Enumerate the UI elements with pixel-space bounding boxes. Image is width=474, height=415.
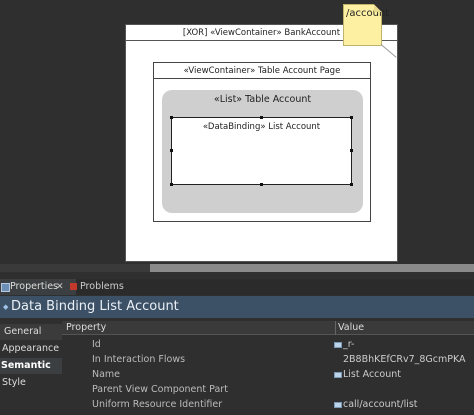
tab-properties-label: Properties xyxy=(10,281,59,292)
binding-icon: ◆ xyxy=(3,303,9,311)
diagram-canvas[interactable]: [XOR] «ViewContainer» BankAccount «ViewC… xyxy=(0,0,474,262)
page-container-title: «ViewContainer» Table Account Page xyxy=(154,63,370,79)
note-text: /account xyxy=(346,8,390,19)
bank-account-container[interactable]: [XOR] «ViewContainer» BankAccount «ViewC… xyxy=(125,24,398,262)
resize-handle[interactable] xyxy=(260,116,263,119)
problems-icon xyxy=(70,283,77,290)
view-tab-bar: Properties ✕ Problems xyxy=(0,279,474,295)
sidebar-item-style[interactable]: Style xyxy=(0,375,62,391)
list-title: «List» Table Account xyxy=(213,94,312,105)
table-row[interactable]: Id _r-2B8BhKEfCRv7_8GcmPKA xyxy=(62,337,474,365)
table-row[interactable]: Parent View Component Part xyxy=(62,382,474,397)
property-name: Id xyxy=(92,339,101,350)
note-fold xyxy=(374,4,382,12)
property-name: Uniform Resource Identifier xyxy=(92,399,223,410)
properties-title: Data Binding List Account xyxy=(11,299,179,314)
property-value: List Account xyxy=(343,369,401,380)
resize-handle[interactable] xyxy=(170,183,173,186)
value-icon xyxy=(334,372,342,378)
table-row[interactable]: Uniform Resource Identifier call/account… xyxy=(62,397,474,412)
resize-handle[interactable] xyxy=(350,149,353,152)
resize-handle[interactable] xyxy=(350,183,353,186)
value-icon xyxy=(334,342,342,348)
properties-sidebar: General Appearance Semantic Style xyxy=(0,318,62,415)
tab-problems[interactable]: Problems xyxy=(68,279,150,295)
property-name: Parent View Component Part xyxy=(92,384,228,395)
column-header-property[interactable]: Property xyxy=(66,321,106,335)
horizontal-scroll-track[interactable] xyxy=(0,264,150,272)
url-note[interactable]: /account xyxy=(343,4,389,46)
resize-handle[interactable] xyxy=(260,183,263,186)
resize-handle[interactable] xyxy=(350,116,353,119)
close-icon[interactable]: ✕ xyxy=(56,279,64,295)
properties-icon xyxy=(1,283,10,292)
sidebar-item-semantic[interactable]: Semantic xyxy=(0,358,62,374)
horizontal-scrollbar-thumb[interactable] xyxy=(150,264,474,272)
tab-properties[interactable]: Properties ✕ xyxy=(0,279,76,295)
table-account-page-container[interactable]: «ViewContainer» Table Account Page «List… xyxy=(153,62,371,222)
property-name: In Interaction Flows xyxy=(92,354,186,365)
value-icon xyxy=(334,402,342,408)
table-account-list[interactable]: «List» Table Account «DataBinding» List … xyxy=(162,90,363,213)
table-row[interactable]: In Interaction Flows xyxy=(62,352,474,367)
column-header-value[interactable]: Value xyxy=(335,321,364,335)
table-row[interactable]: Name List Account xyxy=(62,367,474,382)
resize-handle[interactable] xyxy=(170,149,173,152)
property-value: call/account/list xyxy=(343,399,418,410)
table-header: Property Value xyxy=(62,321,474,335)
property-table: Property Value Id _r-2B8BhKEfCRv7_8GcmPK… xyxy=(62,318,474,415)
binding-title: «DataBinding» List Account xyxy=(202,122,321,132)
sidebar-item-general[interactable]: General xyxy=(0,324,62,340)
tab-problems-label: Problems xyxy=(80,281,124,292)
property-name: Name xyxy=(92,369,121,380)
resize-handle[interactable] xyxy=(170,116,173,119)
properties-header: ◆ Data Binding List Account xyxy=(0,296,474,318)
list-account-data-binding[interactable]: «DataBinding» List Account xyxy=(170,116,353,186)
sidebar-item-appearance[interactable]: Appearance xyxy=(0,341,62,357)
